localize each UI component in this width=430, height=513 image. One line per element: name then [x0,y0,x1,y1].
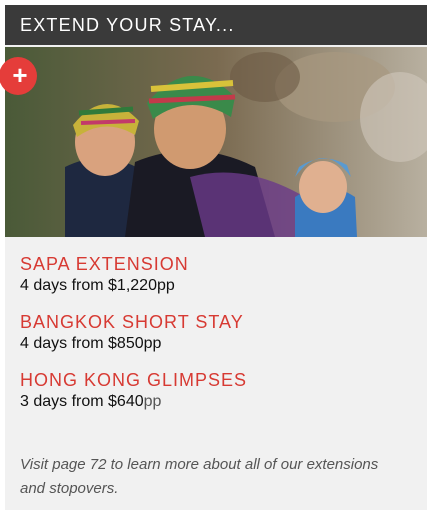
price-unit: pp [143,335,162,352]
extension-title[interactable]: SAPA EXTENSION [20,253,415,275]
price-unit: pp [156,277,175,294]
price: $1,220 [108,277,157,294]
list-item[interactable]: BANGKOK SHORT STAY 4 days from $850pp [20,311,415,355]
duration-text: 4 days from [20,277,109,294]
extension-title[interactable]: BANGKOK SHORT STAY [20,311,415,333]
extension-duration-price: 3 days from $640pp [20,391,415,413]
duration-text: 3 days from [20,393,109,410]
price: $850 [108,335,144,352]
extensions-list: SAPA EXTENSION 4 days from $1,220pp BANG… [20,253,415,427]
extension-duration-price: 4 days from $1,220pp [20,275,415,297]
list-item[interactable]: SAPA EXTENSION 4 days from $1,220pp [20,253,415,297]
extension-title[interactable]: HONG KONG GLIMPSES [20,369,415,391]
list-item[interactable]: HONG KONG GLIMPSES 3 days from $640pp [20,369,415,413]
price-unit: pp [143,393,162,410]
hero-photo [5,47,427,237]
duration-text: 4 days from [20,335,109,352]
extensions-note: Visit page 72 to learn more about all of… [20,456,379,497]
plus-icon: + [0,57,37,95]
section-header: EXTEND YOUR STAY... [5,5,427,45]
hero-photo-illustration [5,47,427,237]
price: $640 [108,393,144,410]
extend-stay-panel: EXTEND YOUR STAY... + SAPA EXTENSION 4 d… [0,5,427,510]
extension-duration-price: 4 days from $850pp [20,333,415,355]
